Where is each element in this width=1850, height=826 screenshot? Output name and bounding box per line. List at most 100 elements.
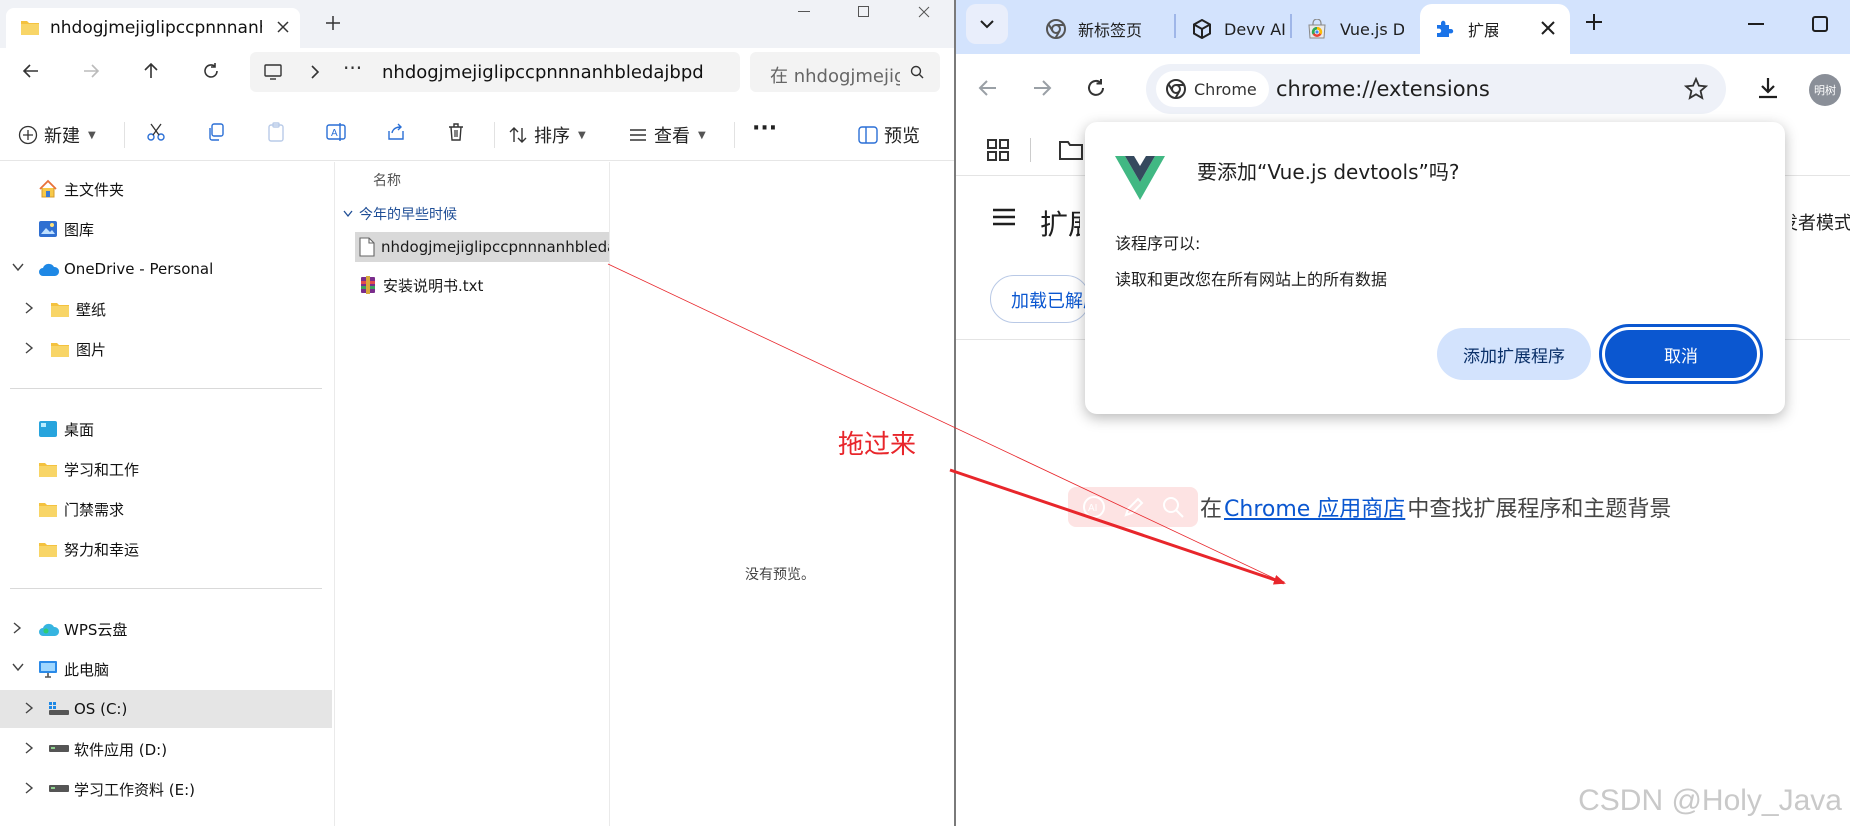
tab-separator	[1290, 14, 1292, 38]
maximize-icon[interactable]	[834, 0, 894, 24]
nav-item-desktop[interactable]: 桌面	[0, 410, 332, 448]
copy-icon[interactable]	[206, 122, 226, 142]
refresh-icon[interactable]	[202, 62, 220, 80]
chevron-right-icon[interactable]	[24, 742, 34, 754]
explorer-tab[interactable]: nhdogjmejiglipccpnnnanhbledajbpd	[6, 8, 300, 48]
file-row[interactable]: 安装说明书.txt	[355, 270, 609, 300]
file-row[interactable]: nhdogjmejiglipccpnnnanhbledajbpd	[355, 232, 609, 262]
webstore-link[interactable]: Chrome 应用商店	[1224, 491, 1405, 523]
cut-icon[interactable]	[146, 122, 166, 142]
file-explorer-window: nhdogjmejiglipccpnnnanhbledajbpd	[0, 0, 954, 826]
star-icon[interactable]	[1684, 77, 1708, 101]
reload-icon[interactable]	[1086, 78, 1106, 98]
nav-item-label: 学习和工作	[64, 460, 140, 479]
nav-item-drive-e[interactable]: 学习工作资料 (E:)	[0, 770, 332, 808]
nav-item-gallery[interactable]: 图库	[0, 210, 332, 248]
tab-devv-ai[interactable]: Devv AI	[1180, 6, 1300, 52]
bookmark-folder-icon[interactable]	[1058, 139, 1084, 161]
view-button[interactable]: 查看 ▼	[628, 122, 706, 148]
close-icon[interactable]	[276, 20, 290, 34]
sort-icon	[508, 125, 528, 145]
explorer-search-input[interactable]: 在 nhdogjmejiglipccpnnnanhbledajbpd 中搜索	[750, 52, 940, 92]
delete-icon[interactable]	[446, 122, 466, 142]
up-arrow-icon[interactable]	[142, 62, 160, 80]
file-name: 安装说明书.txt	[383, 276, 484, 295]
chevron-down-icon[interactable]	[12, 262, 24, 272]
chevron-right-icon[interactable]	[12, 622, 22, 634]
webstore-icon	[1306, 19, 1328, 39]
nav-item-label: 软件应用 (D:)	[74, 740, 168, 759]
menu-icon[interactable]	[992, 207, 1016, 227]
toolbar-divider	[124, 122, 125, 148]
vue-logo-icon	[1115, 156, 1165, 200]
chevron-right-icon[interactable]	[24, 782, 34, 794]
chevron-right-icon[interactable]	[24, 702, 34, 714]
nav-item-label: 门禁需求	[64, 500, 125, 519]
explorer-address-field[interactable]: ··· nhdogjmejiglipccpnnnanhbledajbpd	[250, 52, 740, 92]
nav-item-this-pc[interactable]: 此电脑	[0, 650, 332, 688]
chevron-right-icon[interactable]	[24, 302, 34, 314]
minimize-icon[interactable]	[1724, 0, 1788, 48]
file-list: 名称 今年的早些时候 nhdogjmejiglipccpnnnanhbledaj…	[335, 162, 609, 826]
nav-item-access-control[interactable]: 门禁需求	[0, 490, 332, 528]
nav-item-wallpaper[interactable]: 壁纸	[0, 290, 332, 328]
rename-icon[interactable]: A	[326, 122, 348, 142]
path-overflow[interactable]: ···	[343, 56, 362, 80]
minimize-icon[interactable]	[774, 0, 834, 24]
back-arrow-icon[interactable]	[978, 78, 998, 98]
load-unpacked-button[interactable]: 加载已解压的扩展程序	[990, 275, 1090, 323]
nav-item-study-work[interactable]: 学习和工作	[0, 450, 332, 488]
new-button-label: 新建	[44, 126, 80, 147]
sort-button[interactable]: 排序 ▼	[508, 122, 586, 148]
forward-arrow-icon[interactable]	[82, 62, 100, 80]
nav-item-label: 此电脑	[64, 660, 110, 679]
cancel-button[interactable]: 取消	[1599, 324, 1763, 384]
plus-icon[interactable]	[325, 15, 341, 31]
add-extension-button[interactable]: 添加扩展程序	[1437, 328, 1591, 380]
plus-circle-icon	[18, 125, 38, 145]
new-button[interactable]: 新建 ▼	[18, 122, 96, 148]
nav-item-onedrive[interactable]: OneDrive - Personal	[0, 250, 332, 288]
folder-icon	[38, 540, 58, 558]
maximize-icon[interactable]	[1788, 0, 1850, 48]
tab-vue-devtools[interactable]: Vue.js Devtools	[1296, 6, 1414, 52]
nav-item-pictures[interactable]: 图片	[0, 330, 332, 368]
group-header[interactable]: 今年的早些时候	[343, 204, 457, 224]
chevron-right-icon	[310, 65, 320, 79]
more-options-button[interactable]: ···	[752, 116, 777, 141]
chrome-icon	[1166, 79, 1186, 99]
explorer-window-controls	[774, 0, 954, 24]
preview-pane-button[interactable]: 预览	[858, 122, 920, 148]
omnibox[interactable]: Chrome chrome://extensions	[1146, 64, 1726, 114]
close-icon[interactable]	[1540, 20, 1556, 36]
forward-arrow-icon[interactable]	[1032, 78, 1052, 98]
nav-item-home[interactable]: 主文件夹	[0, 170, 332, 208]
group-header-label: 今年的早些时候	[359, 207, 457, 223]
site-chip[interactable]: Chrome	[1156, 71, 1269, 107]
share-icon[interactable]	[386, 122, 406, 142]
column-header-name[interactable]: 名称	[373, 170, 401, 190]
preview-pane: 没有预览。	[610, 162, 954, 826]
url-text[interactable]: chrome://extensions	[1276, 77, 1490, 101]
tab-new-tab[interactable]: 新标签页	[1030, 6, 1160, 52]
nav-item-wps-cloud[interactable]: WPS云盘	[0, 610, 332, 648]
close-window-icon[interactable]	[894, 0, 954, 24]
dialog-subtitle: 该程序可以:	[1115, 234, 1201, 253]
chevron-right-icon[interactable]	[24, 342, 34, 354]
nav-item-effort-luck[interactable]: 努力和幸运	[0, 530, 332, 568]
nav-item-drive-d[interactable]: 软件应用 (D:)	[0, 730, 332, 768]
nav-item-label: 主文件夹	[64, 180, 125, 199]
apps-grid-icon[interactable]	[986, 138, 1010, 162]
tab-search-button[interactable]	[966, 4, 1008, 44]
plus-icon[interactable]	[1584, 12, 1604, 32]
annotation-label: 拖过来	[838, 430, 917, 460]
folder-icon	[20, 18, 40, 36]
address-path[interactable]: nhdogjmejiglipccpnnnanhbledajbpd	[382, 62, 732, 83]
chevron-down-icon[interactable]	[12, 662, 24, 672]
back-arrow-icon[interactable]	[22, 62, 40, 80]
nav-item-drive-c[interactable]: OS (C:)	[0, 690, 332, 728]
download-icon[interactable]	[1756, 76, 1780, 100]
nav-item-label: OS (C:)	[74, 700, 128, 718]
tab-extensions[interactable]: 扩展程序	[1420, 4, 1570, 54]
avatar[interactable]: 明树	[1809, 74, 1841, 106]
